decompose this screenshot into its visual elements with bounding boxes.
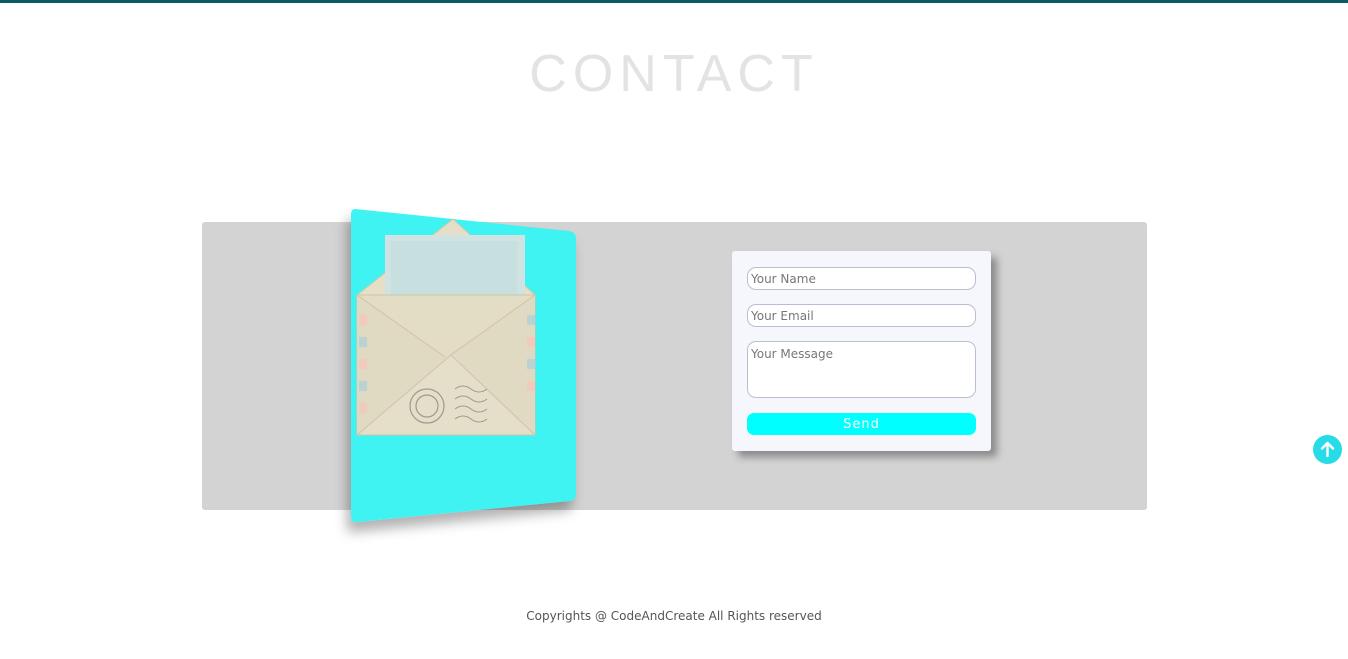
name-input[interactable] — [747, 267, 976, 290]
contact-panel — [202, 222, 1147, 510]
message-input[interactable] — [747, 341, 976, 398]
scroll-to-top-button[interactable] — [1313, 435, 1342, 464]
page-title: CONTACT — [529, 45, 819, 103]
contact-form: Send — [732, 251, 991, 451]
footer-copyright: Copyrights @ CodeAndCreate All Rights re… — [526, 609, 822, 623]
send-button[interactable]: Send — [747, 413, 976, 435]
email-input[interactable] — [747, 304, 976, 327]
top-bar — [0, 0, 1348, 3]
arrow-up-icon — [1320, 441, 1335, 458]
envelope-card — [351, 209, 576, 523]
